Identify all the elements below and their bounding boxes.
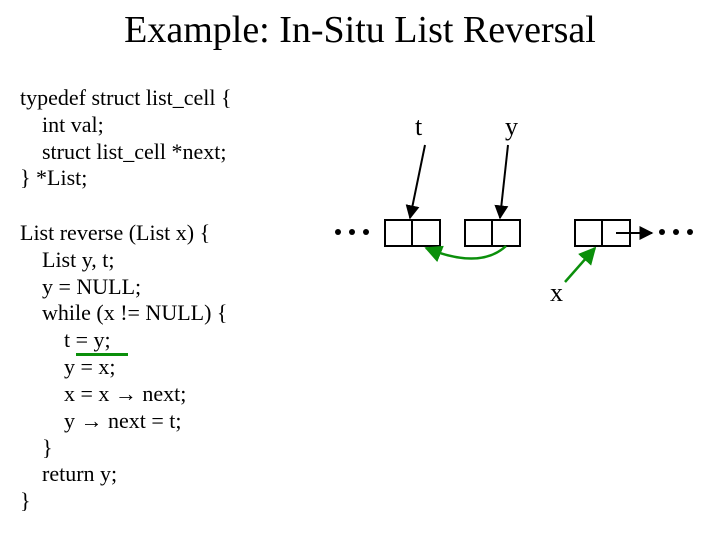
- list-cell: [385, 220, 440, 246]
- list-cell: [465, 220, 520, 246]
- pointer-arrow-t: [410, 145, 425, 218]
- highlight-underline: [76, 353, 128, 356]
- slide-title: Example: In-Situ List Reversal: [0, 8, 720, 52]
- link-arrow-back: [426, 246, 506, 259]
- pointer-arrow-x: [565, 248, 595, 282]
- slide: Example: In-Situ List Reversal typedef s…: [0, 0, 720, 540]
- ellipsis-right-icon: [659, 229, 693, 235]
- list-diagram: [330, 100, 710, 320]
- reverse-code: List reverse (List x) { List y, t; y = N…: [20, 220, 227, 515]
- pointer-arrow-y: [500, 145, 508, 218]
- typedef-code: typedef struct list_cell { int val; stru…: [20, 85, 232, 192]
- ellipsis-left-icon: [335, 229, 369, 235]
